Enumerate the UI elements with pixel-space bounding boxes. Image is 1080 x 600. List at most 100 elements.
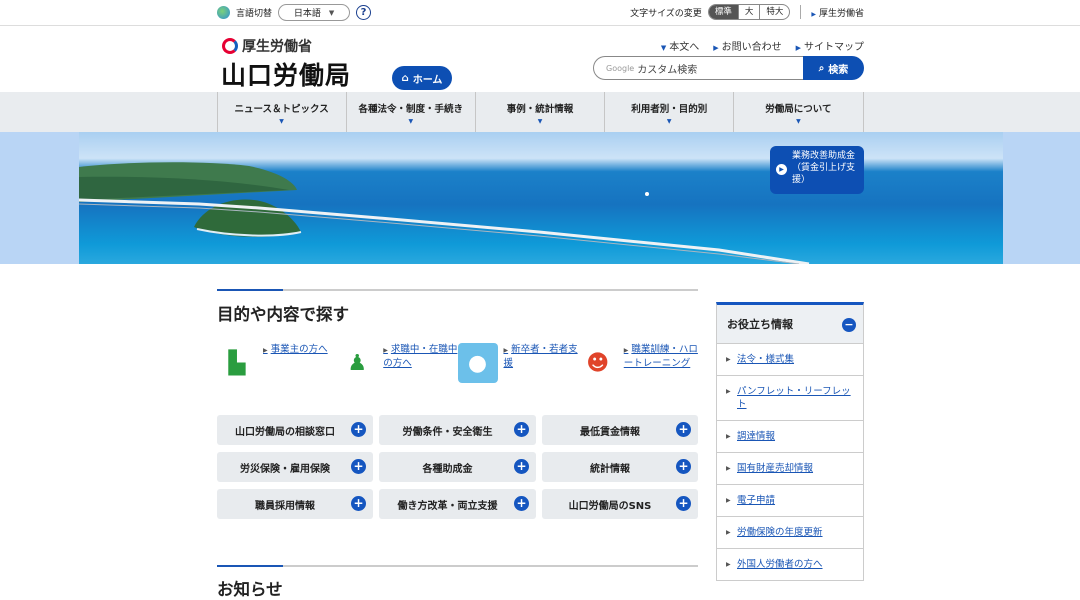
- grid-label: 労災保険・雇用保険: [240, 463, 330, 475]
- nav-about-bureau[interactable]: 労働局について ▼: [734, 92, 864, 132]
- language-label: 言語切替: [236, 9, 273, 19]
- grid-button-working-conditions[interactable]: 労働条件・安全衛生 +: [379, 415, 536, 445]
- grid-label: 働き方改革・両立支援: [397, 500, 498, 512]
- grid-label: 山口労働局のSNS: [568, 500, 652, 512]
- sidebar-item-forms[interactable]: ▶ 法令・様式集: [717, 343, 863, 375]
- play-icon: ▶: [776, 164, 787, 175]
- purpose-links: ▙ ▶ 事業主の方へ ♟ ▶ 求職中・在職中の方へ ● ▶ 新卒者・若者支援 ☻ ▶ 職…: [217, 343, 698, 387]
- skip-to-content-link[interactable]: ▼ 本文へ: [661, 38, 699, 53]
- subsidy-banner[interactable]: ▶ 業務改善助成金 （賃金引上げ支援）: [770, 146, 864, 194]
- grid-button-work-style[interactable]: 働き方改革・両立支援 +: [379, 489, 536, 519]
- sidebar-item-label: 電子申請: [737, 495, 776, 506]
- nav-label: 利用者別・目的別: [631, 104, 708, 115]
- nav-label: 労働局について: [765, 104, 832, 115]
- nav-laws-procedures[interactable]: 各種法令・制度・手続き ▼: [347, 92, 476, 132]
- chevron-down-icon: ▼: [660, 44, 667, 52]
- purpose-jobseeker[interactable]: ♟ ▶ 求職中・在職中の方へ: [337, 343, 457, 387]
- mhlw-logo-icon: [222, 38, 238, 54]
- sidebar-item-procurement[interactable]: ▶ 調達情報: [717, 420, 863, 452]
- global-nav: ニュース＆トピックス ▼ 各種法令・制度・手続き ▼ 事例・統計情報 ▼ 利用者別・目…: [0, 92, 1080, 132]
- triangle-right-icon: ▶: [726, 465, 731, 472]
- font-size-large[interactable]: 大: [737, 5, 760, 19]
- chevron-down-icon: ▼: [408, 118, 414, 125]
- grid-label: 労働条件・安全衛生: [402, 426, 493, 438]
- sidebar-item-pamphlets[interactable]: ▶ パンフレット・リーフレット: [717, 375, 863, 420]
- nav-cases-statistics[interactable]: 事例・統計情報 ▼: [476, 92, 606, 132]
- nav-news-topics[interactable]: ニュース＆トピックス ▼: [218, 92, 347, 132]
- nav-by-user[interactable]: 利用者別・目的別 ▼: [605, 92, 735, 132]
- sidebar-item-property-sale[interactable]: ▶ 国有財産売却情報: [717, 452, 863, 484]
- link-label: お問い合わせ: [721, 42, 782, 53]
- main-content: 目的や内容で探す ▙ ▶ 事業主の方へ ♟ ▶ 求職中・在職中の方へ ● ▶ 新卒者・…: [217, 289, 698, 600]
- search-button[interactable]: ⌕ 検索: [803, 56, 864, 80]
- triangle-right-icon: ▶: [503, 347, 509, 354]
- grid-button-recruitment[interactable]: 職員採用情報 +: [217, 489, 373, 519]
- bureau-title[interactable]: 山口労働局: [221, 56, 351, 92]
- grid-button-subsidies[interactable]: 各種助成金 +: [379, 452, 536, 482]
- grid-button-minimum-wage[interactable]: 最低賃金情報 +: [542, 415, 698, 445]
- purpose-section-title: 目的や内容で探す: [217, 305, 349, 324]
- font-size-standard[interactable]: 標準: [708, 5, 738, 19]
- language-value: 日本語: [293, 9, 321, 19]
- triangle-right-icon: ▶: [795, 44, 801, 52]
- plus-icon: +: [514, 496, 529, 511]
- divider: [800, 5, 802, 19]
- plus-icon: +: [351, 496, 366, 511]
- triangle-right-icon: ▶: [726, 433, 731, 440]
- plus-icon: +: [514, 459, 529, 474]
- triangle-right-icon: ▶: [623, 347, 629, 354]
- meeting-icon: ♟: [347, 350, 368, 376]
- section-rule: [217, 565, 698, 567]
- banner-line-2: （賃金引上げ支援）: [792, 163, 856, 185]
- sidebar-item-label: 労働保険の年度更新: [737, 527, 823, 538]
- sitemap-link[interactable]: ▶ サイトマップ: [796, 38, 864, 53]
- grid-button-consultation[interactable]: 山口労働局の相談窓口 +: [217, 415, 373, 445]
- font-size-label: 文字サイズの変更: [630, 8, 702, 19]
- collapse-icon[interactable]: −: [842, 318, 856, 332]
- search-icon: ⌕: [818, 62, 825, 74]
- ministry-logo[interactable]: 厚生労働省: [222, 36, 312, 56]
- sidebar-title: お役立ち情報: [727, 318, 793, 331]
- purpose-employer[interactable]: ▙ ▶ 事業主の方へ: [217, 343, 337, 387]
- grid-button-statistics[interactable]: 統計情報 +: [542, 452, 698, 482]
- site-search: Google カスタム検索 ⌕ 検索: [593, 56, 864, 80]
- hero-section: ▶ 業務改善助成金 （賃金引上げ支援）: [0, 132, 1080, 264]
- search-button-label: 検索: [828, 64, 849, 76]
- purpose-label: 職業訓練・ハロートレーニング: [623, 344, 698, 369]
- plus-icon: +: [351, 459, 366, 474]
- grid-label: 各種助成金: [422, 463, 473, 475]
- mhlw-link[interactable]: ▶ 厚生労働省: [811, 6, 864, 19]
- sidebar-header[interactable]: お役立ち情報 −: [717, 305, 863, 343]
- hero-image: [79, 132, 1003, 264]
- sidebar-item-foreign-workers[interactable]: ▶ 外国人労働者の方へ: [717, 548, 863, 580]
- sidebar-item-label: パンフレット・リーフレット: [737, 386, 851, 410]
- purpose-label: 新卒者・若者支援: [503, 344, 578, 369]
- plus-icon: +: [676, 422, 691, 437]
- google-label: Google: [606, 63, 635, 73]
- mascot-icon: ☻: [586, 350, 610, 376]
- chevron-down-icon: ▼: [279, 118, 284, 125]
- grid-button-insurance[interactable]: 労災保険・雇用保険 +: [217, 452, 373, 482]
- home-button[interactable]: ⌂ ホーム: [392, 66, 452, 90]
- grid-button-sns[interactable]: 山口労働局のSNS +: [542, 489, 698, 519]
- search-input[interactable]: Google カスタム検索: [593, 56, 803, 80]
- nav-label: ニュース＆トピックス: [234, 104, 329, 115]
- triangle-right-icon: ▶: [726, 529, 731, 536]
- triangle-right-icon: ▶: [383, 347, 388, 354]
- purpose-graduates[interactable]: ● ▶ 新卒者・若者支援: [457, 343, 578, 387]
- grid-label: 山口労働局の相談窓口: [235, 426, 335, 438]
- font-size-toggle: 標準 大 特大: [707, 4, 791, 20]
- sidebar-item-e-application[interactable]: ▶ 電子申請: [717, 484, 863, 516]
- font-size-xlarge[interactable]: 特大: [759, 5, 789, 19]
- font-size-controls: 文字サイズの変更 標準 大 特大 ▶ 厚生労働省: [630, 4, 864, 20]
- grid-label: 最低賃金情報: [580, 426, 640, 438]
- help-icon[interactable]: ?: [356, 5, 372, 20]
- triangle-right-icon: ▶: [726, 497, 731, 504]
- sidebar-item-annual-renewal[interactable]: ▶ 労働保険の年度更新: [717, 516, 863, 548]
- contact-link[interactable]: ▶ お問い合わせ: [713, 38, 781, 53]
- purpose-training[interactable]: ☻ ▶ 職業訓練・ハロートレーニング: [578, 343, 698, 387]
- sidebar-item-label: 国有財産売却情報: [737, 463, 814, 474]
- language-select[interactable]: 日本語 ▼: [278, 4, 351, 21]
- building-person-icon: ▙: [228, 350, 246, 376]
- header-links: ▼ 本文へ ▶ お問い合わせ ▶ サイトマップ: [661, 38, 864, 53]
